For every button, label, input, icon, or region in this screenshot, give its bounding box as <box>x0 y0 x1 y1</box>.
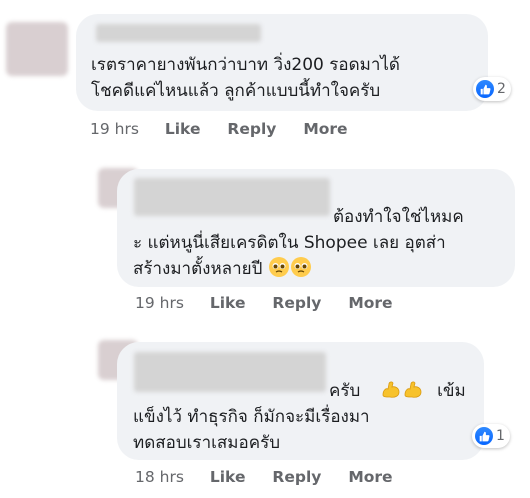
comment-text-line: เรตราคายางพันกว่าบาท วิ่ง200 รอดมาได้ <box>91 55 400 75</box>
like-button[interactable]: Like <box>165 120 201 138</box>
comment-text: สร้างมาตั้งหลายปี <box>133 259 263 279</box>
crying-face-emoji-icon <box>268 256 290 278</box>
thumbs-up-icon <box>476 80 494 98</box>
more-button[interactable]: More <box>303 120 347 138</box>
comment-actions: 19 hrs Like Reply More <box>135 294 393 312</box>
like-button[interactable]: Like <box>210 468 246 486</box>
comment-text: เข้ม <box>437 381 466 401</box>
comment-actions: 18 hrs Like Reply More <box>135 468 393 486</box>
timestamp[interactable]: 19 hrs <box>90 120 139 138</box>
reply-button[interactable]: Reply <box>227 120 276 138</box>
like-button[interactable]: Like <box>210 294 246 312</box>
commenter-name[interactable] <box>134 352 326 392</box>
reaction-count: 1 <box>496 428 505 444</box>
commenter-name[interactable] <box>96 24 261 42</box>
thumbs-up-icon <box>475 427 493 445</box>
comment-text-line: ทดสอบเราเสมอครับ <box>133 433 281 453</box>
reaction-badge[interactable]: 1 <box>472 424 510 448</box>
flexed-biceps-emoji-icon <box>380 378 402 400</box>
crying-face-emoji-icon <box>290 256 312 278</box>
comment-text-line: ต้องทำใจใช่ไหมค <box>333 207 464 227</box>
comment-text-line-with-emoji: สร้างมาตั้งหลายปี <box>133 256 312 282</box>
comment-text-line: แข็งไว้ ทำธุรกิจ ก็มักจะมีเรื่องมา <box>133 407 370 427</box>
flexed-biceps-emoji-icon <box>402 378 424 400</box>
timestamp[interactable]: 18 hrs <box>135 468 184 486</box>
timestamp[interactable]: 19 hrs <box>135 294 184 312</box>
comment-text: ครับ <box>329 381 361 401</box>
reply-button[interactable]: Reply <box>272 294 321 312</box>
more-button[interactable]: More <box>348 468 392 486</box>
commenter-name[interactable] <box>134 178 330 216</box>
comment-actions: 19 hrs Like Reply More <box>90 120 348 138</box>
comment-text-line-with-emoji: ครับ เข้ม <box>329 378 466 404</box>
more-button[interactable]: More <box>348 294 392 312</box>
reaction-badge[interactable]: 2 <box>473 77 511 101</box>
avatar[interactable] <box>6 22 68 76</box>
comment-text-line: ะ แต่หนูนี่เสียเครดิตใน Shopee เลย อุตส่… <box>133 233 446 253</box>
comment-text-line: โชคดีแค่ไหนแล้ว ลูกค้าแบบนี้ทำใจครับ <box>91 81 381 101</box>
reaction-count: 2 <box>497 81 506 97</box>
reply-button[interactable]: Reply <box>272 468 321 486</box>
